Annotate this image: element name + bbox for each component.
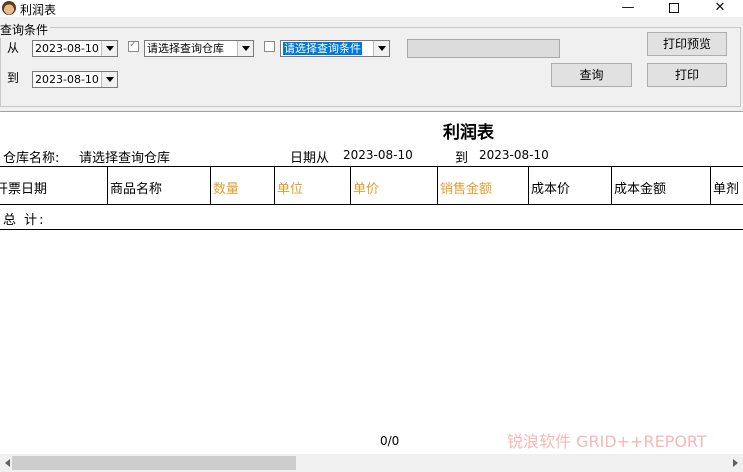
table-header-border — [0, 204, 743, 205]
table-top-border — [0, 166, 743, 167]
column-header: 单价 — [353, 182, 380, 197]
warehouse-select[interactable]: 请选择查询仓库 — [144, 40, 254, 57]
column-divider — [710, 167, 711, 204]
column-header: 成本金额 — [614, 182, 667, 197]
column-divider — [210, 167, 211, 204]
from-date-picker[interactable]: 2023-08-10 — [32, 40, 118, 57]
column-divider — [528, 167, 529, 204]
horizontal-scrollbar[interactable] — [0, 454, 743, 472]
query-panel: 查询条件 从 2023-08-10 请选择查询仓库 请选择查询条件 到 2023… — [0, 17, 743, 111]
report-date-from: 2023-08-10 — [343, 148, 413, 162]
query-button[interactable]: 查询 — [551, 63, 632, 87]
window-title: 利润表 — [20, 3, 57, 17]
chevron-down-icon[interactable] — [237, 41, 253, 56]
column-divider — [107, 167, 108, 204]
from-date-value: 2023-08-10 — [35, 42, 99, 55]
to-date-picker[interactable]: 2023-08-10 — [32, 71, 118, 88]
report-date-from-label: 日期从 — [290, 151, 330, 166]
condition-select[interactable]: 请选择查询条件 — [280, 40, 390, 57]
minimize-button[interactable]: — — [605, 0, 651, 17]
warehouse-select-value: 请选择查询仓库 — [147, 42, 224, 55]
to-label: 到 — [7, 71, 20, 85]
watermark: 锐浪软件 GRID++REPORT — [507, 432, 707, 451]
scrollbar-thumb[interactable] — [12, 456, 296, 470]
report-warehouse-label: 仓库名称: — [3, 151, 60, 166]
condition-value-input[interactable] — [407, 39, 560, 58]
warehouse-checkbox[interactable] — [128, 39, 139, 52]
print-preview-button[interactable]: 打印预览 — [647, 32, 727, 56]
report-title: 利润表 — [443, 123, 494, 143]
to-date-value: 2023-08-10 — [35, 73, 99, 86]
column-divider — [274, 167, 275, 204]
column-header: 单剂 — [713, 182, 740, 197]
query-legend: 查询条件 — [0, 21, 51, 38]
column-header: 单位 — [277, 182, 304, 197]
total-label: 总 计: — [3, 213, 46, 228]
page-count: 0/0 — [380, 434, 400, 448]
report-footer: 0/0 锐浪软件 GRID++REPORT — [0, 426, 743, 454]
column-header: 开票日期 — [0, 182, 48, 197]
table-total-border — [0, 229, 743, 230]
app-icon — [2, 1, 16, 15]
column-divider — [437, 167, 438, 204]
column-header: 数量 — [213, 182, 240, 197]
report-date-to-label: 到 — [455, 151, 469, 166]
chevron-down-icon[interactable] — [373, 41, 389, 56]
condition-select-value: 请选择查询条件 — [283, 42, 362, 55]
column-divider — [611, 167, 612, 204]
column-header: 成本价 — [531, 182, 571, 197]
chevron-down-icon[interactable] — [101, 41, 117, 56]
close-button[interactable]: ✕ — [697, 0, 743, 17]
from-label: 从 — [7, 41, 20, 55]
report-date-to: 2023-08-10 — [479, 148, 549, 162]
maximize-button[interactable] — [651, 0, 697, 17]
column-divider — [350, 167, 351, 204]
column-header: 销售金额 — [440, 182, 493, 197]
scroll-right-icon[interactable] — [726, 454, 743, 472]
column-header: 商品名称 — [110, 182, 163, 197]
maximize-icon — [669, 3, 679, 13]
title-bar: 利润表 — ✕ — [0, 0, 743, 17]
print-button[interactable]: 打印 — [647, 63, 727, 87]
report-warehouse-value: 请选择查询仓库 — [79, 151, 171, 166]
report-area: 利润表 仓库名称: 请选择查询仓库 日期从 2023-08-10 到 2023-… — [0, 111, 743, 455]
chevron-down-icon[interactable] — [101, 72, 117, 87]
condition-checkbox[interactable] — [264, 41, 275, 52]
